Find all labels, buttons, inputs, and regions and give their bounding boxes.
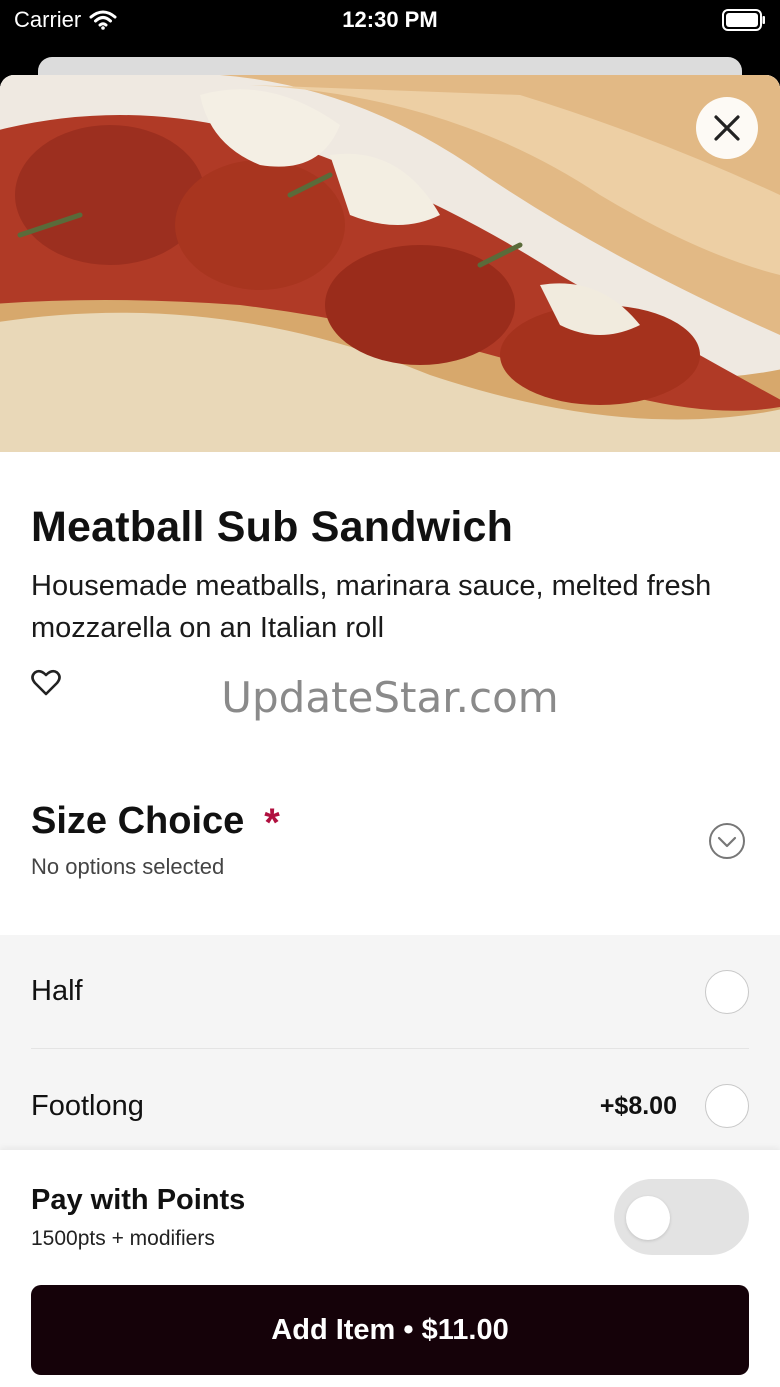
option-footlong[interactable]: Footlong +$8.00 [31,1049,749,1163]
size-choice-header[interactable]: Size Choice * [31,799,280,845]
close-icon [714,115,740,141]
option-price: +$8.00 [599,1091,677,1120]
radio-button[interactable] [705,969,749,1014]
item-detail-sheet: Meatball Sub Sandwich Housemade meatball… [0,75,780,1387]
toggle-knob [626,1196,670,1240]
item-description: Housemade meatballs, marinara sauce, mel… [31,570,712,644]
radio-button[interactable] [705,1084,749,1128]
required-mark: * [264,801,280,845]
option-half[interactable]: Half [31,935,749,1049]
option-label: Half [31,975,83,1007]
watermark: UpdateStar.com [221,673,559,722]
item-photo [0,75,780,452]
status-bar: Carrier 12:30 PM [0,0,780,40]
size-choice-subtitle: No options selected [31,854,225,879]
battery-icon [722,9,765,31]
item-title: Meatball Sub Sandwich [31,503,514,551]
add-item-button[interactable]: Add Item • $11.00 [31,1285,749,1375]
pay-with-points-subtitle: 1500pts + modifiers [31,1227,215,1250]
footer: Pay with Points 1500pts + modifiers Add … [0,1150,780,1387]
pay-with-points-toggle[interactable] [614,1179,749,1255]
size-choice-title: Size Choice [31,799,245,842]
size-options-list: Half Footlong +$8.00 [0,935,780,1150]
status-time: 12:30 PM [342,7,438,32]
close-button[interactable] [696,97,758,159]
chevron-down-icon[interactable] [708,822,746,860]
pay-with-points-title: Pay with Points [31,1184,246,1216]
option-label: Footlong [31,1089,144,1122]
